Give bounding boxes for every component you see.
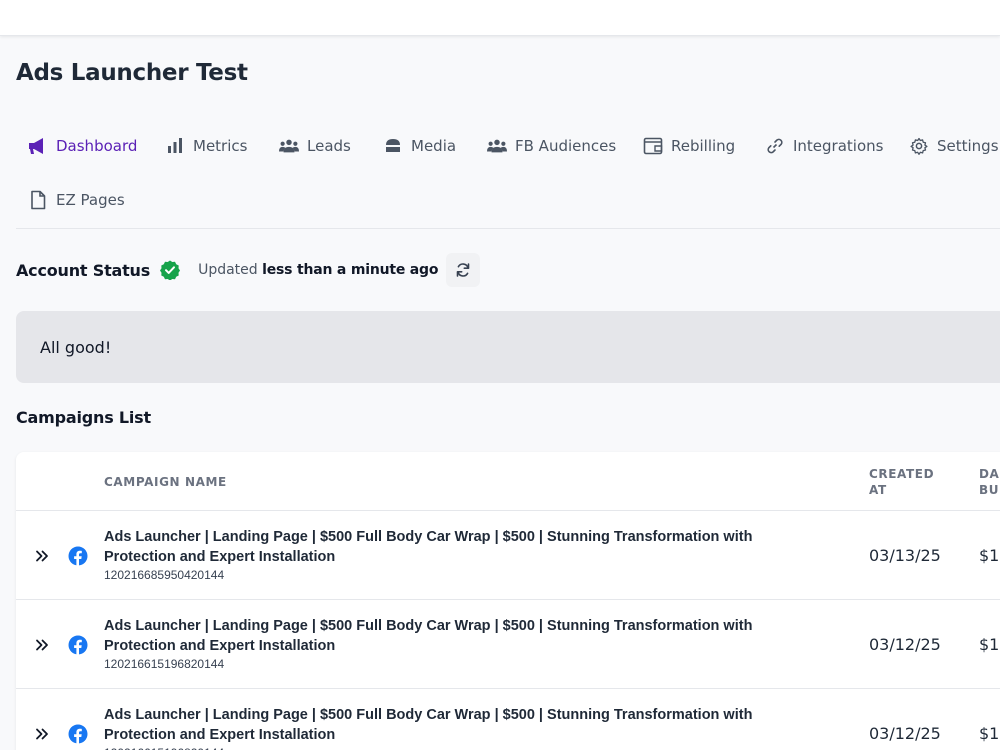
tab-label: EZ Pages [56,191,125,209]
tab-label: Metrics [193,137,248,155]
column-header-campaign-name[interactable]: CAMPAIGN NAME [104,474,227,490]
status-message: All good! [40,338,112,357]
tab-label: FB Audiences [515,137,617,155]
tab-integrations[interactable]: Integrations [765,128,883,164]
chevron-double-right-icon [36,639,48,651]
link-icon [765,136,785,156]
check-circle-icon [160,260,181,280]
account-status-label: Account Status [16,260,151,280]
campaign-id: 120216615196820144 [104,746,224,750]
tabs-divider [16,228,1000,229]
users-icon [487,136,507,156]
wallet-icon [643,136,663,156]
campaign-created-at: 03/12/25 [869,635,941,654]
campaigns-table: CAMPAIGN NAME CREATED AT DAILY BUDGET Ad… [16,452,1000,750]
campaign-daily-budget: $10 [979,546,1000,565]
tab-settings[interactable]: Settings [909,128,999,164]
campaign-created-at: 03/12/25 [869,724,941,743]
campaign-name[interactable]: Ads Launcher | Landing Page | $500 Full … [104,705,824,745]
tab-label: Rebilling [671,137,736,155]
campaign-daily-budget: $10 [979,724,1000,743]
tab-label: Leads [307,137,351,155]
campaign-daily-budget: $10 [979,635,1000,654]
column-header-created-at[interactable]: CREATED AT [869,466,934,498]
expand-row-button[interactable] [34,548,50,564]
campaign-id: 120216615196820144 [104,657,225,671]
tab-media[interactable]: Media [383,128,456,164]
tab-rebilling[interactable]: Rebilling [643,128,735,164]
tab-label: Integrations [793,137,884,155]
tab-dashboard[interactable]: Dashboard [28,128,137,164]
gear-icon [909,136,929,156]
folder-icon [383,136,403,156]
updated-prefix: Updated [198,262,258,278]
column-header-line: DAILY [979,467,1000,481]
refresh-icon [456,263,470,277]
column-header-line: CREATED [869,467,935,481]
tab-fb-audiences[interactable]: FB Audiences [487,128,616,164]
bar-chart-icon [165,136,185,156]
column-header-line: BUDGET [979,483,1000,497]
column-header-line: AT [869,483,887,497]
refresh-button[interactable] [446,253,481,287]
users-icon [279,136,299,156]
account-status-bar: Account Status Updated less than a minut… [16,253,481,287]
tab-label: Media [411,137,457,155]
expand-row-button[interactable] [34,637,50,653]
megaphone-icon [28,136,48,156]
campaign-name[interactable]: Ads Launcher | Landing Page | $500 Full … [104,527,824,567]
top-bar [0,0,1000,36]
tab-leads[interactable]: Leads [279,128,351,164]
page-title: Ads Launcher Test [16,60,248,86]
chevron-double-right-icon [36,550,48,562]
chevron-double-right-icon [36,728,48,740]
campaigns-list-title: Campaigns List [16,408,151,427]
column-header-daily-budget[interactable]: DAILY BUDGET [979,466,1000,498]
status-message-box: All good! [16,311,1000,383]
updated-value: less than a minute ago [262,262,439,278]
facebook-icon [68,635,88,655]
expand-row-button[interactable] [34,726,50,742]
tab-metrics[interactable]: Metrics [165,128,247,164]
tab-ez-pages[interactable]: EZ Pages [28,182,125,218]
tab-label: Settings [937,137,999,155]
campaign-id: 120216685950420144 [104,568,225,582]
updated-text: Updated less than a minute ago [198,262,438,278]
file-icon [28,190,48,210]
campaign-name[interactable]: Ads Launcher | Landing Page | $500 Full … [104,616,824,656]
table-row[interactable]: Ads Launcher | Landing Page | $500 Full … [16,600,1000,689]
facebook-icon [68,546,88,566]
tab-label: Dashboard [56,137,138,155]
table-row[interactable]: Ads Launcher | Landing Page | $500 Full … [16,511,1000,600]
table-row[interactable]: Ads Launcher | Landing Page | $500 Full … [16,689,1000,750]
campaign-created-at: 03/13/25 [869,546,941,565]
facebook-icon [68,724,88,744]
